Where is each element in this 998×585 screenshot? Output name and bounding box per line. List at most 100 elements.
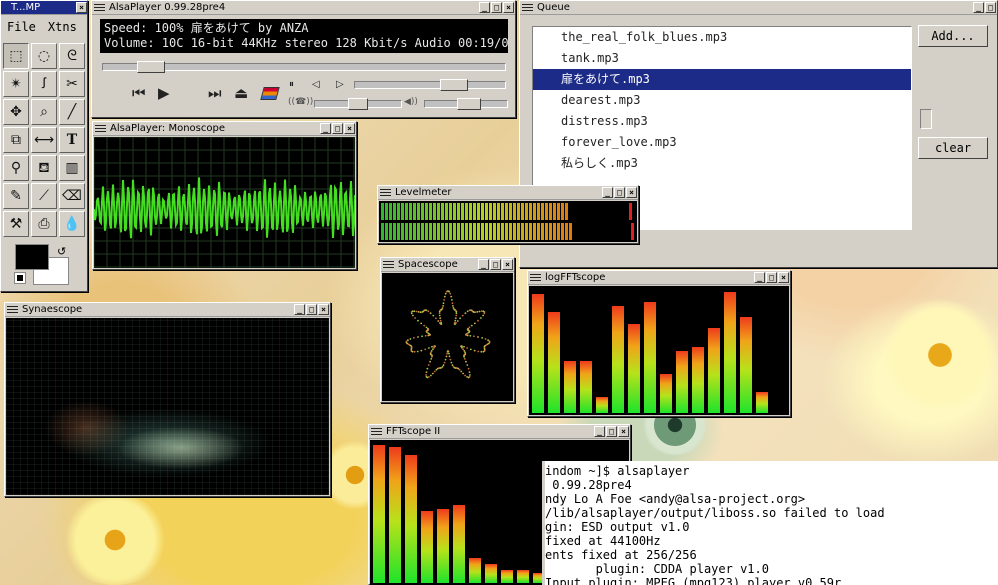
text-icon[interactable]: T xyxy=(59,127,85,153)
fft2-bar xyxy=(421,511,433,583)
toolbox-titlebar[interactable]: T...MP × xyxy=(1,1,87,15)
queue-item[interactable]: 扉をあけて.mp3 xyxy=(533,69,911,90)
minimize-icon[interactable]: _ xyxy=(479,2,490,13)
airbrush-icon[interactable]: ⚒ xyxy=(3,211,29,237)
transform-icon[interactable]: ⧉ xyxy=(3,127,29,153)
maximize-icon[interactable]: □ xyxy=(306,304,317,315)
terminal-output[interactable]: indom ~]$ alsaplayer 0.99.28pre4 ndy Lo A… xyxy=(545,461,998,585)
next-track-button[interactable]: ⏭ xyxy=(208,85,222,101)
minimize-icon[interactable]: _ xyxy=(973,2,984,13)
logfft-display xyxy=(529,286,789,415)
window-menu-icon[interactable] xyxy=(380,188,391,198)
queue-item[interactable]: forever_love.mp3 xyxy=(533,132,911,153)
zoom-icon[interactable]: ⌕ xyxy=(31,99,57,125)
eraser-icon[interactable]: ⌫ xyxy=(59,183,85,209)
maximize-icon[interactable]: □ xyxy=(766,272,777,283)
prev-track-button[interactable]: ⏮ xyxy=(132,85,146,101)
volume-slider-knob[interactable] xyxy=(457,98,481,110)
play-button[interactable]: ▶ xyxy=(158,85,170,101)
maximize-icon[interactable]: □ xyxy=(490,259,501,270)
window-menu-icon[interactable] xyxy=(371,427,382,437)
volume-slider[interactable] xyxy=(424,98,508,110)
minimize-icon[interactable]: _ xyxy=(320,123,331,134)
color-picker-icon[interactable]: ⚲ xyxy=(3,155,29,181)
fft2-titlebar[interactable]: FFTscope II _ □ × xyxy=(369,425,630,439)
clone-icon[interactable]: ⎙ xyxy=(31,211,57,237)
maximize-icon[interactable]: □ xyxy=(606,426,617,437)
lasso-icon[interactable]: ᘓ xyxy=(59,43,85,69)
balance-slider[interactable] xyxy=(314,98,402,110)
maximize-icon[interactable]: □ xyxy=(491,2,502,13)
position-slider-knob[interactable] xyxy=(137,61,165,73)
terminal-line: 0.99.28pre4 xyxy=(545,478,632,492)
window-menu-icon[interactable] xyxy=(94,3,105,13)
player-titlebar[interactable]: AlsaPlayer 0.99.28pre4 _ □ × xyxy=(92,1,515,15)
bezier-select-icon[interactable]: ꭍ xyxy=(31,71,57,97)
synaescope-titlebar[interactable]: Synaescope _ □ × xyxy=(5,303,330,317)
swap-colors-icon[interactable]: ↺ xyxy=(57,245,66,258)
add-button[interactable]: Add... xyxy=(918,25,988,47)
bucket-fill-icon[interactable]: ⛾ xyxy=(31,155,57,181)
eject-button[interactable]: ⏏ xyxy=(234,85,248,101)
gradient-icon[interactable]: ▥ xyxy=(59,155,85,181)
magic-wand-icon[interactable]: ✴ xyxy=(3,71,29,97)
close-icon[interactable]: × xyxy=(778,272,789,283)
flip-icon[interactable]: ⟷ xyxy=(31,127,57,153)
maximize-icon[interactable]: □ xyxy=(614,187,625,198)
clear-button[interactable]: clear xyxy=(918,137,988,159)
minimize-icon[interactable]: _ xyxy=(478,259,489,270)
window-menu-icon[interactable] xyxy=(383,260,394,270)
minimize-icon[interactable]: _ xyxy=(754,272,765,283)
pencil-icon[interactable]: ✎ xyxy=(3,183,29,209)
speed-slider[interactable] xyxy=(354,79,506,91)
window-menu-icon[interactable] xyxy=(95,124,106,134)
fg-color-swatch-front[interactable] xyxy=(15,244,49,270)
spacescope-titlebar[interactable]: Spacescope _ □ × xyxy=(381,258,514,272)
monoscope-titlebar[interactable]: AlsaPlayer: Monoscope _ □ × xyxy=(93,122,356,136)
step-forward-button[interactable]: ▷ xyxy=(336,77,344,93)
step-back-button[interactable]: ◁ xyxy=(312,77,320,93)
blur-icon[interactable]: 💧 xyxy=(59,211,85,237)
queue-item[interactable]: 私らしく.mp3 xyxy=(533,153,911,174)
minimize-icon[interactable]: _ xyxy=(294,304,305,315)
maximize-icon[interactable]: □ xyxy=(332,123,343,134)
position-slider[interactable] xyxy=(102,61,506,73)
queue-item[interactable]: the_real_folk_blues.mp3 xyxy=(533,27,911,48)
balance-slider-knob[interactable] xyxy=(348,98,368,110)
speed-slider-knob[interactable] xyxy=(440,79,468,91)
close-icon[interactable]: × xyxy=(626,187,637,198)
close-icon[interactable]: × xyxy=(76,2,87,13)
default-colors-icon[interactable] xyxy=(14,272,26,284)
maximize-icon[interactable]: □ xyxy=(985,2,996,13)
paintbrush-icon[interactable]: ⟋ xyxy=(31,183,57,209)
scissors-icon[interactable]: ✂ xyxy=(59,71,85,97)
playlist-icon[interactable] xyxy=(260,87,280,100)
logfft-bar xyxy=(660,374,672,413)
levelmeter-titlebar[interactable]: Levelmeter _ □ × xyxy=(378,186,638,200)
close-icon[interactable]: × xyxy=(344,123,355,134)
window-menu-icon[interactable] xyxy=(522,3,533,13)
close-icon[interactable]: × xyxy=(618,426,629,437)
menu-file[interactable]: File xyxy=(7,20,36,34)
queue-title: Queue xyxy=(537,2,570,13)
close-icon[interactable]: × xyxy=(502,259,513,270)
queue-item[interactable]: dearest.mp3 xyxy=(533,90,911,111)
window-menu-icon[interactable] xyxy=(7,305,18,315)
pause-button[interactable]: ⏸ xyxy=(289,77,294,93)
queue-item[interactable]: tank.mp3 xyxy=(533,48,911,69)
queue-titlebar[interactable]: Queue _ □ xyxy=(520,1,997,15)
crop-knife-icon[interactable]: ╱ xyxy=(59,99,85,125)
close-icon[interactable]: × xyxy=(503,2,514,13)
minimize-icon[interactable]: _ xyxy=(594,426,605,437)
close-icon[interactable]: × xyxy=(318,304,329,315)
player-title: AlsaPlayer 0.99.28pre4 xyxy=(109,2,226,13)
move-icon[interactable]: ✥ xyxy=(3,99,29,125)
logfft-titlebar[interactable]: logFFTscope _ □ × xyxy=(528,271,790,285)
queue-item[interactable]: distress.mp3 xyxy=(533,111,911,132)
rect-select-icon[interactable]: ⬚ xyxy=(3,43,29,69)
minimize-icon[interactable]: _ xyxy=(602,187,613,198)
ellipse-select-icon[interactable]: ◌ xyxy=(31,43,57,69)
queue-small-control[interactable] xyxy=(920,109,932,129)
menu-xtns[interactable]: Xtns xyxy=(48,20,77,34)
window-menu-icon[interactable] xyxy=(530,273,541,283)
